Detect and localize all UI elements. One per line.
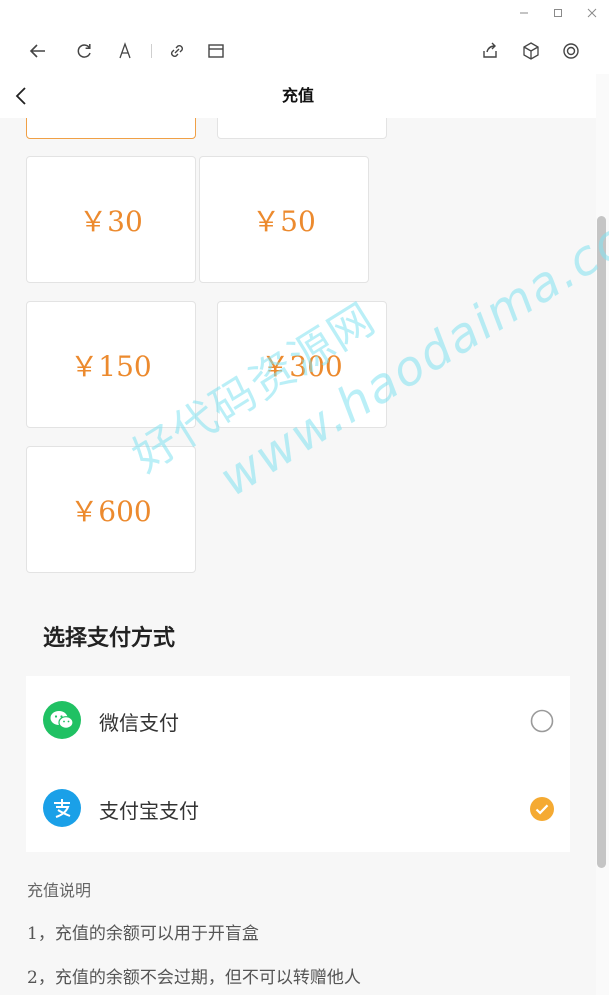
browser-window: 充值 ￥30 ￥50 ￥150 ￥300 ￥600 选择支付方式 微信支付 支付… [0,0,609,995]
window-titlebar [0,0,609,28]
radio-checked-icon[interactable] [530,797,554,821]
notes-title: 充值说明 [27,881,92,900]
note-item: 1，充值的余额可以用于开盲盒 [27,924,259,944]
recharge-content: ￥30 ￥50 ￥150 ￥300 ￥600 选择支付方式 微信支付 支付宝支付… [0,118,596,995]
amount-label: ￥600 [70,494,152,528]
note-item: 2，充值的余额不会过期，但不可以转赠他人 [27,968,361,988]
amount-option-600[interactable]: ￥600 [26,446,196,573]
link-icon[interactable] [165,39,189,63]
back-arrow-icon[interactable] [26,39,50,63]
amount-option[interactable] [217,118,387,139]
payment-option-wechat[interactable]: 微信支付 [26,676,570,764]
amount-option[interactable] [26,118,196,139]
amount-label: ￥300 [261,349,343,383]
payment-label: 支付宝支付 [99,799,199,823]
cube-icon[interactable] [519,39,543,63]
amount-option-30[interactable]: ￥30 [26,156,196,283]
amount-label: ￥30 [79,204,143,238]
payment-label: 微信支付 [99,711,179,735]
amount-option-150[interactable]: ￥150 [26,301,196,428]
amount-option-300[interactable]: ￥300 [217,301,387,428]
toolbar-divider [151,44,152,58]
amount-label: ￥150 [70,349,152,383]
payment-option-alipay[interactable]: 支付宝支付 [26,764,570,852]
window-icon[interactable] [204,39,228,63]
close-icon[interactable] [580,4,604,22]
refresh-icon[interactable] [72,39,96,63]
chevron-left-icon[interactable] [10,84,34,108]
browser-toolbar [0,28,609,75]
app-header: 充值 [0,74,596,118]
record-icon[interactable] [559,39,583,63]
amount-label: ￥50 [252,204,316,238]
maximize-icon[interactable] [546,4,570,22]
font-size-icon[interactable] [113,39,137,63]
scrollbar-thumb[interactable] [597,216,606,868]
wechat-icon [43,701,81,739]
payment-methods: 微信支付 支付宝支付 [26,676,570,852]
page-title: 充值 [281,86,314,105]
minimize-icon[interactable] [512,4,536,22]
amount-option-50[interactable]: ￥50 [199,156,369,283]
payment-heading: 选择支付方式 [43,626,176,651]
radio-unchecked-icon[interactable] [530,709,554,733]
share-icon[interactable] [478,39,502,63]
alipay-icon [43,789,81,827]
